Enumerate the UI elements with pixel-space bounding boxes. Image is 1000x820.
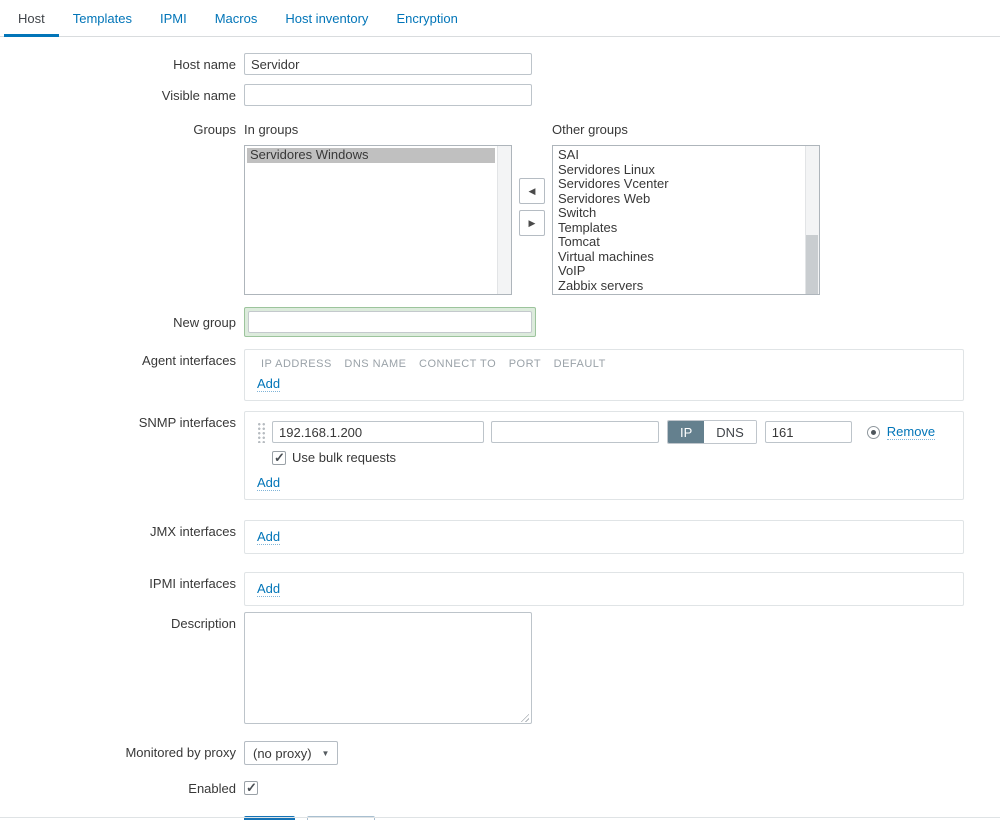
- list-item[interactable]: Zabbix servers: [555, 279, 803, 294]
- proxy-select[interactable]: (no proxy) ▼: [244, 741, 338, 765]
- list-item[interactable]: SAI: [555, 148, 803, 163]
- in-groups-label: In groups: [244, 118, 512, 137]
- list-item[interactable]: Switch: [555, 206, 803, 221]
- visible-name-label: Visible name: [0, 84, 244, 106]
- ipmi-add-link[interactable]: Add: [257, 581, 280, 597]
- snmp-dns-input[interactable]: [491, 421, 659, 443]
- proxy-selected-value: (no proxy): [253, 746, 312, 761]
- list-item[interactable]: Templates: [555, 221, 803, 236]
- scrollbar-thumb[interactable]: [806, 235, 818, 294]
- list-item[interactable]: Servidores Web: [555, 192, 803, 207]
- list-item[interactable]: Servidores Vcenter: [555, 177, 803, 192]
- host-name-input[interactable]: [244, 53, 532, 75]
- tab-host-inventory[interactable]: Host inventory: [271, 2, 382, 37]
- bulk-requests-label: Use bulk requests: [292, 450, 396, 465]
- proxy-label: Monitored by proxy: [0, 741, 244, 765]
- snmp-ip-input[interactable]: [272, 421, 484, 443]
- scrollbar-track[interactable]: [805, 146, 819, 294]
- col-default: DEFAULT: [554, 358, 606, 370]
- list-item[interactable]: Servidores Windows: [247, 148, 495, 163]
- connect-to-toggle: IP DNS: [667, 420, 757, 444]
- other-groups-label: Other groups: [552, 118, 820, 137]
- enabled-checkbox[interactable]: [244, 781, 258, 795]
- host-form: Host name Visible name Groups In groups …: [0, 37, 1000, 820]
- agent-interfaces-box: IP ADDRESS DNS NAME CONNECT TO PORT DEFA…: [244, 349, 964, 401]
- bottom-divider: [0, 817, 1000, 818]
- list-item[interactable]: Servidores Linux: [555, 163, 803, 178]
- jmx-interfaces-box: Add: [244, 520, 964, 554]
- ipmi-interfaces-label: IPMI interfaces: [0, 572, 244, 606]
- scrollbar-track[interactable]: [497, 146, 511, 294]
- arrow-right-icon: ▶: [529, 218, 536, 229]
- chevron-down-icon: ▼: [322, 749, 330, 758]
- move-right-button[interactable]: ▶: [519, 210, 545, 236]
- jmx-add-link[interactable]: Add: [257, 529, 280, 545]
- host-config-page: Host Templates IPMI Macros Host inventor…: [0, 0, 1000, 820]
- tab-bar: Host Templates IPMI Macros Host inventor…: [0, 0, 1000, 37]
- tab-templates[interactable]: Templates: [59, 2, 146, 37]
- tab-macros[interactable]: Macros: [201, 2, 272, 37]
- groups-label: Groups: [0, 118, 244, 295]
- snmp-interfaces-box: IP DNS Remove Use bulk requests Add: [244, 411, 964, 500]
- interface-column-headers: IP ADDRESS DNS NAME CONNECT TO PORT DEFA…: [257, 358, 951, 370]
- list-item[interactable]: Tomcat: [555, 235, 803, 250]
- description-label: Description: [0, 612, 244, 727]
- col-port: PORT: [509, 358, 541, 370]
- host-name-label: Host name: [0, 53, 244, 75]
- col-ip-address: IP ADDRESS: [261, 358, 332, 370]
- agent-add-link[interactable]: Add: [257, 376, 280, 392]
- enabled-label: Enabled: [0, 781, 244, 798]
- dns-toggle-button[interactable]: DNS: [704, 421, 755, 443]
- tab-host[interactable]: Host: [4, 2, 59, 37]
- new-group-label: New group: [0, 307, 244, 337]
- snmp-add-link[interactable]: Add: [257, 475, 280, 491]
- bulk-requests-checkbox[interactable]: [272, 451, 286, 465]
- list-item[interactable]: VoIP: [555, 264, 803, 279]
- tab-ipmi[interactable]: IPMI: [146, 2, 201, 37]
- description-textarea[interactable]: [244, 612, 532, 724]
- snmp-interfaces-label: SNMP interfaces: [0, 411, 244, 500]
- default-interface-radio[interactable]: [867, 426, 880, 439]
- snmp-remove-link[interactable]: Remove: [887, 424, 935, 440]
- list-item[interactable]: Virtual machines: [555, 250, 803, 265]
- drag-handle-icon[interactable]: [257, 421, 266, 443]
- ipmi-interfaces-box: Add: [244, 572, 964, 606]
- new-group-input[interactable]: [248, 311, 532, 333]
- ip-toggle-button[interactable]: IP: [668, 421, 704, 443]
- col-connect-to: CONNECT TO: [419, 358, 496, 370]
- in-groups-listbox[interactable]: Servidores Windows: [244, 145, 512, 295]
- snmp-port-input[interactable]: [765, 421, 852, 443]
- jmx-interfaces-label: JMX interfaces: [0, 520, 244, 554]
- visible-name-input[interactable]: [244, 84, 532, 106]
- move-left-button[interactable]: ◀: [519, 178, 545, 204]
- new-group-highlight: [244, 307, 536, 337]
- other-groups-listbox[interactable]: SAI Servidores Linux Servidores Vcenter …: [552, 145, 820, 295]
- col-dns-name: DNS NAME: [344, 358, 406, 370]
- arrow-left-icon: ◀: [529, 186, 536, 197]
- agent-interfaces-label: Agent interfaces: [0, 349, 244, 401]
- tab-encryption[interactable]: Encryption: [382, 2, 471, 37]
